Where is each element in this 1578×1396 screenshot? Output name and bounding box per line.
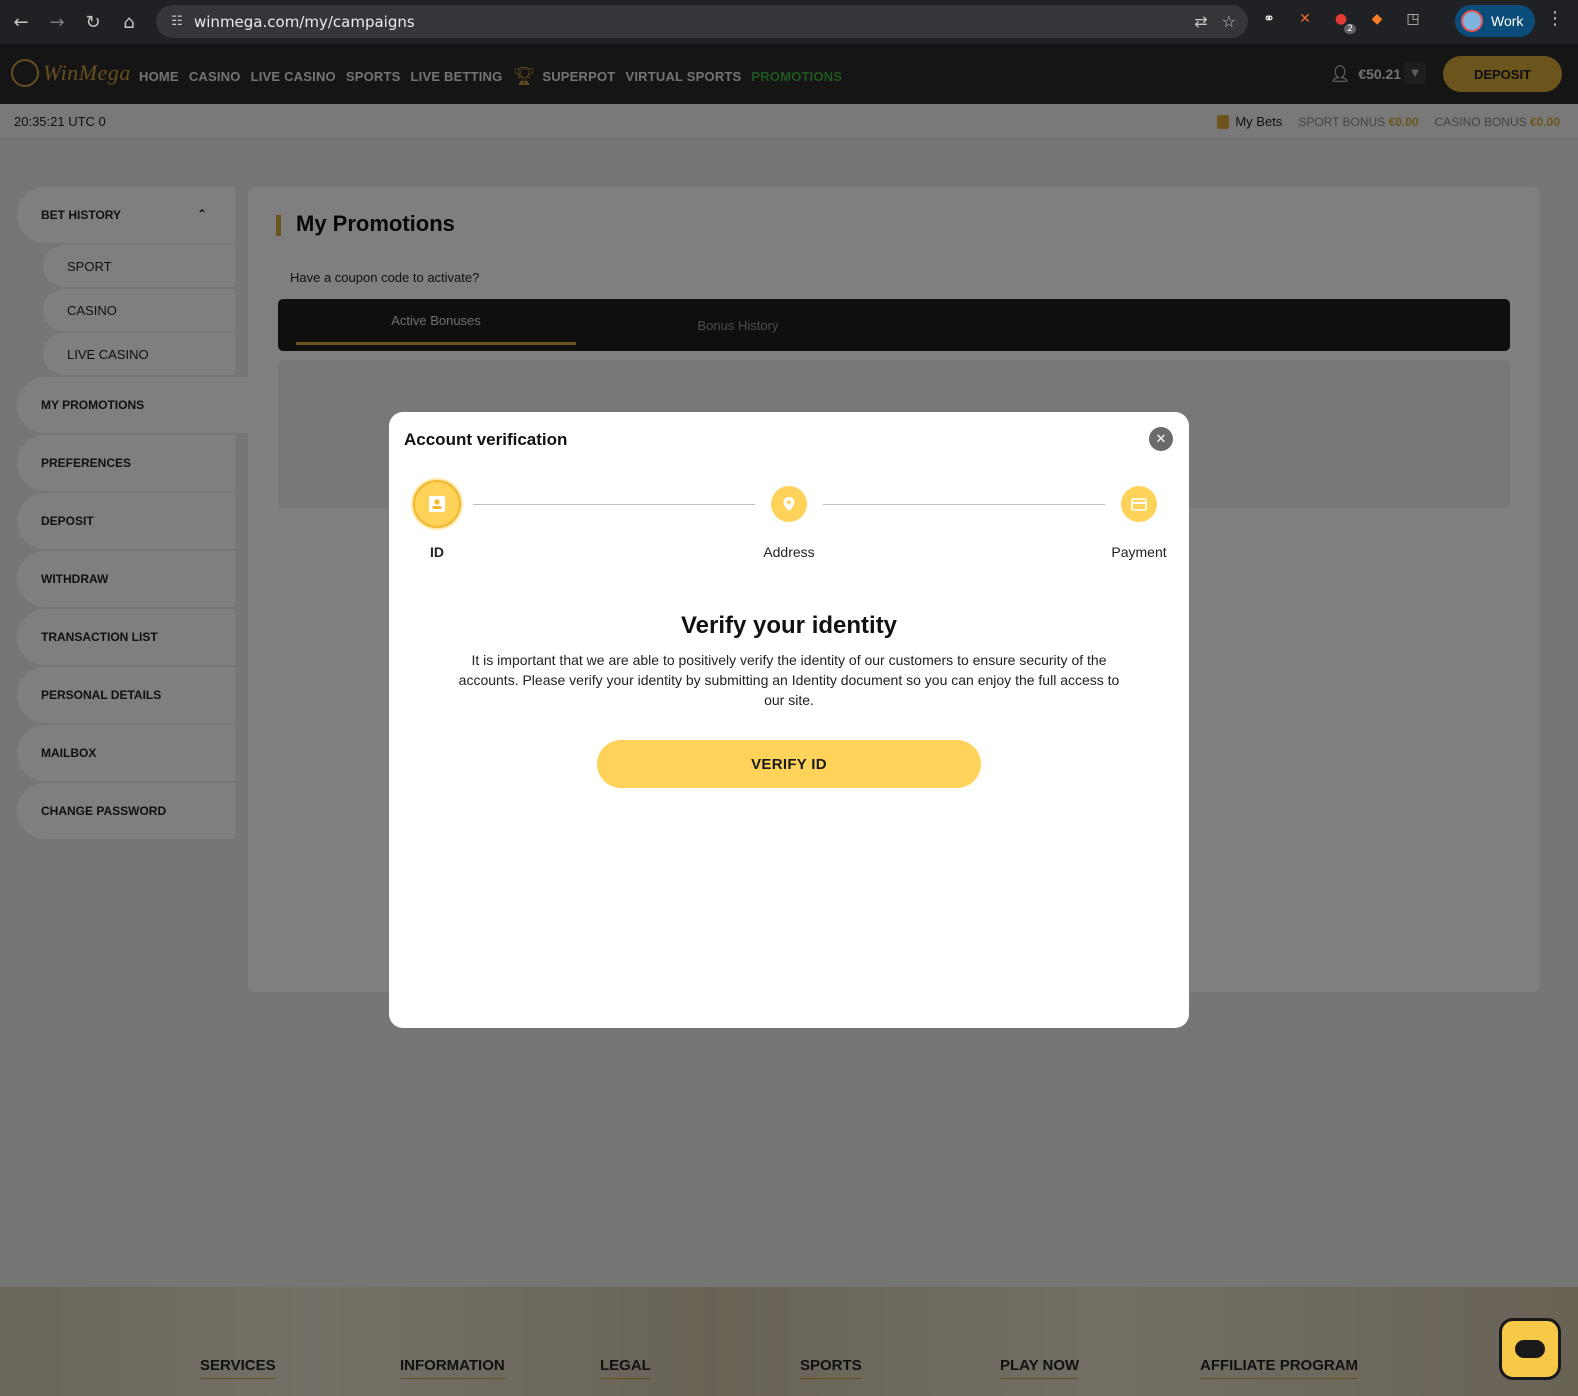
profile-button[interactable]: Work (1455, 5, 1536, 37)
step-id-circle[interactable] (413, 480, 461, 528)
step-payment-label: Payment (1111, 544, 1167, 560)
home-icon[interactable]: ⌂ (111, 4, 147, 40)
close-icon[interactable]: ✕ (1149, 427, 1173, 451)
chat-bubble-icon (1515, 1340, 1545, 1358)
location-pin-icon (783, 497, 795, 511)
account-verification-modal: Account verification ✕ ID Address Paymen… (389, 412, 1189, 1028)
forward-arrow-icon[interactable]: → (39, 4, 75, 40)
step-address-circle[interactable] (771, 486, 807, 522)
profile-label: Work (1491, 13, 1524, 29)
profile-avatar (1461, 10, 1483, 32)
extensions-puzzle-icon[interactable]: ◳ (1402, 8, 1424, 30)
browser-toolbar: ← → ↻ ⌂ ☷ winmega.com/my/campaigns ⇄ ☆ ⚭… (0, 0, 1578, 44)
credit-card-icon (1131, 497, 1147, 511)
chat-button[interactable] (1499, 1318, 1561, 1380)
bookmark-star-icon[interactable]: ☆ (1222, 12, 1236, 31)
back-arrow-icon[interactable]: ← (3, 4, 39, 40)
step-id-label: ID (430, 544, 444, 560)
extension-screenshot-icon[interactable]: ✕ (1294, 8, 1316, 30)
extension-fox-icon[interactable]: ◆ (1366, 8, 1388, 30)
step-connector (473, 504, 755, 505)
reload-icon[interactable]: ↻ (75, 4, 111, 40)
step-connector (823, 504, 1105, 505)
modal-title: Account verification (404, 430, 568, 449)
verify-id-button[interactable]: VERIFY ID (597, 740, 981, 788)
browser-menu-icon[interactable]: ⋮ (1546, 8, 1564, 29)
url-text[interactable]: winmega.com/my/campaigns (194, 13, 415, 31)
step-payment-circle[interactable] (1121, 486, 1157, 522)
extension-badge: 2 (1344, 24, 1356, 34)
translate-icon[interactable]: ⇄ (1194, 12, 1207, 31)
verify-heading: Verify your identity (680, 612, 898, 639)
step-address-label: Address (763, 544, 815, 560)
id-card-icon (429, 496, 445, 512)
extension-red-icon[interactable]: ● 2 (1330, 8, 1356, 34)
extension-link-icon[interactable]: ⚭ (1258, 8, 1280, 30)
verify-description: It is important that we are able to posi… (458, 652, 1120, 708)
site-settings-icon[interactable]: ☷ (162, 14, 192, 29)
address-bar[interactable]: ☷ winmega.com/my/campaigns ⇄ ☆ (156, 5, 1248, 38)
